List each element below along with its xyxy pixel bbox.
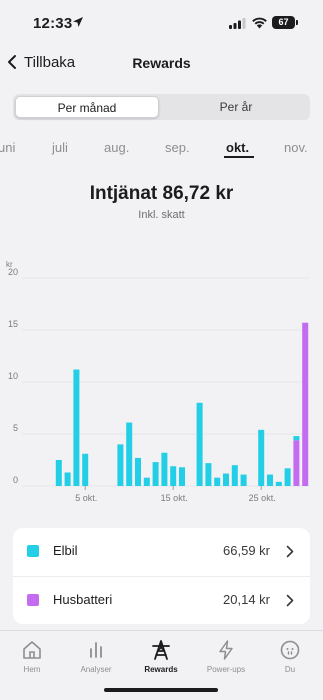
chart-bar (152, 462, 159, 486)
status-bar: 12:33 67 (0, 0, 323, 44)
analytics-icon (90, 642, 102, 658)
category-value: 66,59 kr (223, 543, 270, 558)
period-segmented-control: Per månad Per år (13, 94, 310, 120)
chart-bar (240, 474, 247, 486)
earnings-tax-note: Inkl. skatt (138, 209, 185, 221)
husbatteri-swatch (27, 594, 39, 606)
month-item[interactable]: sep. (165, 140, 190, 155)
chart-bar (170, 466, 177, 486)
chevron-right-icon (286, 594, 294, 607)
chart-bar (258, 429, 265, 486)
earnings-total: Intjänat 86,72 kr (89, 183, 234, 204)
chart-bar (126, 422, 133, 486)
active-month-underline (224, 156, 254, 158)
bolt-icon (219, 640, 233, 660)
chart-bar (143, 477, 150, 486)
tab-label: Analyser (80, 665, 112, 674)
y-tick-label: 0 (13, 475, 18, 485)
battery-icon: 67 (272, 16, 298, 29)
chart-bar (64, 472, 71, 486)
y-tick-label: 5 (13, 423, 18, 433)
chart-bar (135, 457, 141, 486)
chart-bar (293, 440, 300, 486)
category-breakdown-card: Elbil 66,59 kr Husbatteri 20,14 kr (13, 528, 310, 624)
wifi-icon (252, 17, 267, 29)
x-tick-label: 5 okt. (75, 493, 97, 503)
status-time: 12:33 (33, 15, 73, 32)
x-tick-label: 25 okt. (249, 493, 276, 503)
segment-per-year[interactable]: Per år (164, 96, 308, 118)
home-icon (23, 641, 41, 659)
chart-bar (82, 453, 89, 486)
y-tick-label: 10 (8, 371, 18, 381)
month-selector: uni juli aug. sep. okt. nov. (0, 138, 323, 162)
profile-icon (280, 640, 300, 660)
chart-bar (161, 452, 168, 486)
rewards-tower-icon (152, 640, 170, 660)
tab-label: Du (284, 665, 296, 674)
cellular-signal-icon (229, 18, 246, 29)
home-indicator (104, 688, 218, 692)
page-title: Rewards (132, 55, 191, 71)
tab-label: Hem (23, 665, 41, 674)
chart-bar (205, 463, 212, 486)
month-item[interactable]: aug. (104, 140, 129, 155)
chart-bar (284, 468, 291, 486)
tab-power-ups[interactable]: Power-ups (194, 639, 258, 674)
month-item-active[interactable]: okt. (226, 140, 249, 155)
battery-level: 67 (272, 16, 295, 29)
rewards-bar-chart: kr051015205 okt. 15 okt. 25 okt. (6, 260, 310, 503)
tab-hem[interactable]: Hem (0, 639, 64, 674)
month-item[interactable]: uni (0, 140, 15, 155)
chevron-right-icon (286, 545, 294, 558)
nav-header: Tillbaka Rewards (0, 44, 323, 80)
tab-label: Rewards (144, 665, 178, 674)
x-tick-label: 15 okt. (161, 493, 188, 503)
tab-analyser[interactable]: Analyser (64, 639, 128, 674)
chart-bar (275, 481, 282, 486)
month-item[interactable]: nov. (284, 140, 308, 155)
chart-bar (302, 322, 309, 486)
tab-label: Power-ups (206, 665, 246, 674)
chart-bar (117, 444, 124, 486)
category-label: Elbil (53, 543, 78, 558)
y-tick-label: 15 (8, 319, 18, 329)
chart-bar (73, 369, 80, 486)
category-value: 20,14 kr (223, 592, 270, 607)
tab-rewards[interactable]: Rewards (129, 639, 193, 674)
chart-bar (179, 467, 185, 486)
category-row-elbil[interactable]: Elbil 66,59 kr (13, 528, 310, 576)
month-item[interactable]: juli (52, 140, 68, 155)
location-arrow-icon (73, 17, 83, 27)
category-label: Husbatteri (53, 592, 113, 607)
chart-bar (55, 460, 62, 486)
category-row-husbatteri[interactable]: Husbatteri 20,14 kr (13, 576, 310, 624)
elbil-swatch (27, 545, 39, 557)
chart-bar (293, 436, 300, 441)
y-tick-label: 20 (8, 267, 18, 277)
segment-per-month[interactable]: Per månad (15, 96, 159, 118)
chart-bar (223, 473, 229, 486)
chart-bar (267, 474, 273, 486)
tab-du[interactable]: Du (258, 639, 322, 674)
chart-bar (231, 465, 238, 486)
chart-bar (214, 477, 221, 486)
chart-bar (196, 402, 203, 486)
